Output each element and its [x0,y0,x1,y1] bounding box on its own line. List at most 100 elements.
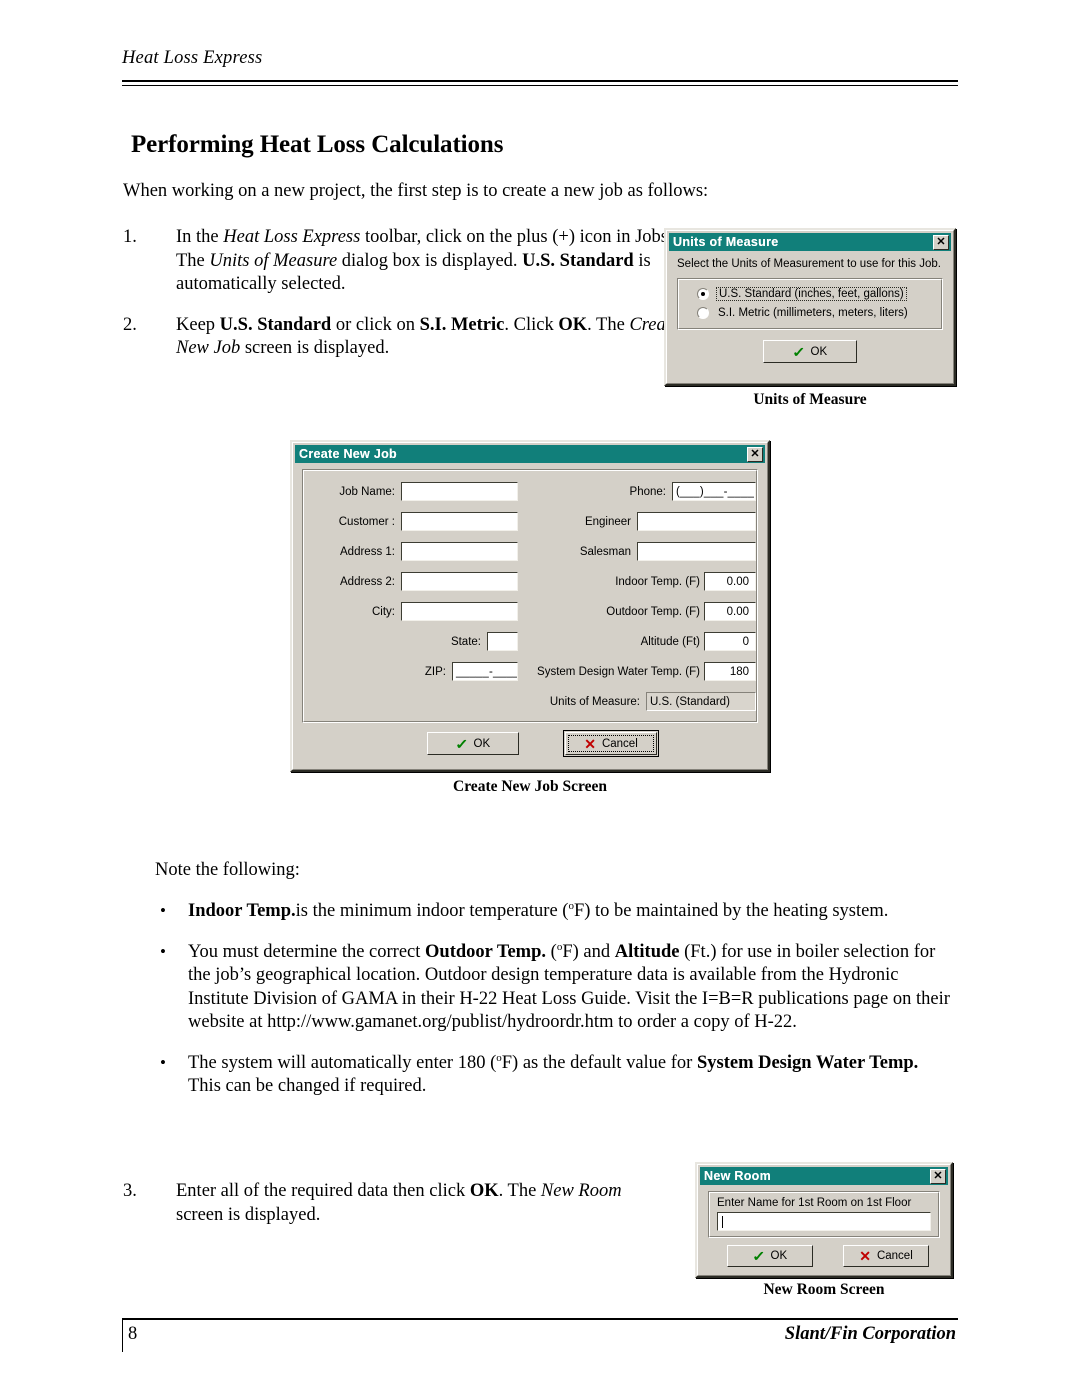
notes-lead: Note the following: [155,860,300,880]
create-new-job-dialog[interactable]: Create New Job ✕ Job Name: Customer: Ad… [290,440,770,772]
radio-option-us-standard[interactable]: U.S. Standard (inches, feet, gallons) [697,287,941,301]
job-dialog-titlebar: Create New Job ✕ [295,445,765,463]
radio-label: U.S. Standard (inches, feet, gallons) [716,287,907,301]
field-label: Customer : [338,515,395,528]
room-ok-label: OK [770,1250,788,1262]
field-row-indoor-temp: Indoor Temp. (F) 0.00 [524,571,756,592]
engineer-input[interactable] [637,512,756,531]
salesman-input[interactable] [637,542,756,561]
units-of-measure-dialog[interactable]: Units of Measure ✕ Select the Units of M… [664,228,956,386]
step-number: 3. [123,1181,137,1201]
field-label: Altitude (Ft) [640,635,700,648]
field-label: ZIP: [424,665,446,678]
checkmark-icon: ✓ [751,1248,766,1264]
step-text: Keep U.S. Standard or click on S.I. Metr… [176,314,680,359]
units-dialog-title: Units of Measure [673,235,779,249]
step-number: 1. [123,227,137,247]
field-label: Engineer [584,515,631,528]
job-fields-group: Job Name: Customer : Address 1: Address … [302,469,758,723]
units-dialog-prompt: Select the Units of Measurement to use f… [677,258,941,270]
ok-button-label: OK [810,345,828,358]
room-dialog-title: New Room [704,1169,771,1183]
field-label: Units of Measure: [549,695,640,708]
field-label: Phone: [629,485,666,498]
room-ok-button[interactable]: ✓ OK [727,1245,813,1267]
footer-rule [122,1318,958,1320]
list-item: • Indoor Temp.is the minimum indoor temp… [155,900,955,924]
field-label: Indoor Temp. (F) [615,575,700,588]
field-label: Address 2: [340,575,395,588]
header-rule-thin [122,85,958,86]
close-icon[interactable]: ✕ [933,234,949,250]
header-rule-thick [122,80,958,82]
city-input[interactable] [401,602,518,621]
altitude-input[interactable]: 0 [704,632,756,651]
notes-bullets: • Indoor Temp.is the minimum indoor temp… [155,900,955,1116]
phone-input[interactable]: (___)___-____ [672,482,756,501]
zip-input[interactable]: _____-____ [452,662,518,681]
room-name-input[interactable] [717,1212,931,1231]
field-label: Salesman [579,545,631,558]
x-mark-icon: ✕ [859,1248,871,1264]
job-dialog-caption: Create New Job Screen [453,778,607,795]
field-row-altitude: Altitude (Ft) 0 [524,631,756,652]
customer-input[interactable] [401,512,518,531]
field-row-state: State: [318,631,518,652]
bullet-glyph: • [160,1052,166,1072]
note-text: Indoor Temp.is the minimum indoor temper… [188,899,889,921]
ok-button[interactable]: ✓ OK [763,340,857,363]
job-ok-button[interactable]: ✓ OK [427,732,519,755]
state-input[interactable] [487,632,518,651]
steps-list: 1. In the Heat Loss Express toolbar, cli… [123,226,683,378]
system-design-water-temp-input[interactable]: 180 [704,662,756,681]
note-text: You must determine the correct Outdoor T… [188,940,950,1032]
outdoor-temp-input[interactable]: 0.00 [704,602,756,621]
radio-icon-unselected[interactable] [697,307,709,319]
field-row-system-design-water-temp: System Design Water Temp. (F) 180 [524,661,756,682]
radio-icon-selected[interactable] [697,288,709,300]
address2-input[interactable] [401,572,518,591]
job-name-input[interactable] [401,482,518,501]
list-item: 2. Keep U.S. Standard or click on S.I. M… [123,314,683,361]
radio-option-si-metric[interactable]: S.I. Metric (millimeters, meters, liters… [697,307,941,319]
field-row-outdoor-temp: Outdoor Temp. (F) 0.00 [524,601,756,622]
step3-list: 3. Enter all of the required data then c… [123,1180,668,1244]
field-row-city: City: [318,601,518,622]
note-text: The system will automatically enter 180 … [188,1051,919,1096]
close-icon[interactable]: ✕ [930,1168,946,1184]
room-cancel-label: Cancel [876,1250,913,1262]
job-ok-label: OK [473,737,491,750]
radio-label: S.I. Metric (millimeters, meters, liters… [718,307,908,319]
room-dialog-prompt: Enter Name for 1st Room on 1st Floor [717,1197,912,1209]
external-link[interactable]: http://www.gamanet.org/publist/hydroordr… [267,1012,613,1032]
text-caret [722,1215,723,1228]
close-icon[interactable]: ✕ [747,446,763,462]
new-room-dialog[interactable]: New Room ✕ Enter Name for 1st Room on 1s… [695,1162,953,1278]
phone-mask: (___)___-____ [676,485,755,498]
job-cancel-button[interactable]: ✕ Cancel [563,730,659,757]
running-header: Heat Loss Express [122,48,958,69]
focus-rect [568,735,654,752]
units-of-measure-readonly: U.S. (Standard) [646,692,756,711]
step-text: In the Heat Loss Express toolbar, click … [176,227,673,294]
list-item: 3. Enter all of the required data then c… [123,1180,668,1227]
checkmark-icon: ✓ [791,343,806,360]
field-row-engineer: Engineer [524,511,756,532]
list-item: • You must determine the correct Outdoor… [155,941,955,1035]
room-name-group: Enter Name for 1st Room on 1st Floor [708,1191,940,1238]
field-label: City: [372,605,395,618]
step-text: Enter all of the required data then clic… [176,1181,622,1225]
room-cancel-button[interactable]: ✕ Cancel [843,1245,929,1267]
field-row-salesman: Salesman [524,541,756,562]
address1-input[interactable] [401,542,518,561]
room-dialog-titlebar: New Room ✕ [700,1167,948,1185]
field-row-customer: Customer : [318,511,518,532]
bullet-glyph: • [160,901,166,920]
field-label: Job Name: [339,485,395,498]
page-title: Performing Heat Loss Calculations [131,131,504,158]
zip-mask: _____-____ [456,665,518,678]
field-row-zip: ZIP: _____-____ [318,661,518,682]
field-row-job-name: Job Name: [318,481,518,502]
indoor-temp-input[interactable]: 0.00 [704,572,756,591]
field-label: Address 1: [340,545,395,558]
